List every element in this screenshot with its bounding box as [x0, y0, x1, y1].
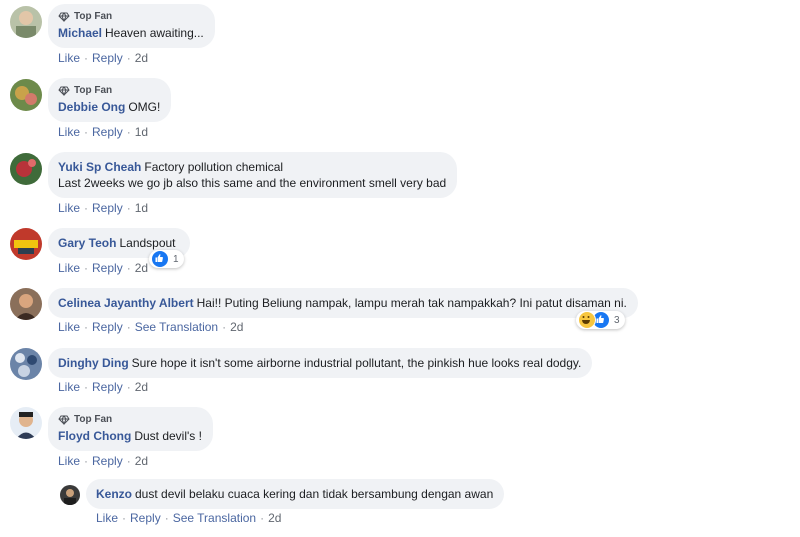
comment-text: dust devil belaku cuaca kering dan tidak…: [135, 487, 494, 501]
separator: ·: [126, 51, 131, 65]
top-fan-badge: Top Fan: [58, 85, 160, 97]
comment-author[interactable]: Debbie Ong: [58, 100, 125, 114]
comment-author[interactable]: Floyd Chong: [58, 429, 131, 443]
comment-author[interactable]: Michael: [58, 26, 102, 40]
avatar[interactable]: [10, 153, 42, 185]
timestamp[interactable]: 2d: [135, 261, 148, 275]
separator: ·: [126, 320, 131, 334]
like-link[interactable]: Like: [58, 320, 80, 334]
avatar[interactable]: [10, 228, 42, 260]
avatar[interactable]: [10, 79, 42, 111]
separator: ·: [84, 261, 89, 275]
separator: ·: [84, 454, 89, 468]
reply-link[interactable]: Reply: [92, 125, 123, 139]
comment-author[interactable]: Dinghy Ding: [58, 356, 129, 370]
comment-text: Landspout: [119, 236, 176, 250]
separator: ·: [126, 380, 131, 394]
reply-link[interactable]: Reply: [92, 320, 123, 334]
timestamp[interactable]: 2d: [268, 511, 281, 525]
comment-actions: Like · Reply · See Translation · 2d: [96, 511, 281, 525]
separator: ·: [84, 380, 89, 394]
avatar[interactable]: [10, 6, 42, 38]
separator: ·: [260, 511, 265, 525]
comment-text: Hai!! Puting Beliung nampak, lampu merah…: [196, 296, 627, 310]
see-translation-link[interactable]: See Translation: [173, 511, 256, 525]
comment-actions: Like · Reply · See Translation · 2d: [58, 320, 243, 334]
avatar[interactable]: [10, 348, 42, 380]
comment-text: OMG!: [128, 100, 161, 114]
avatar[interactable]: [10, 288, 42, 320]
reply-link[interactable]: Reply: [92, 380, 123, 394]
comment-author[interactable]: Yuki Sp Cheah: [58, 160, 141, 174]
timestamp[interactable]: 2d: [135, 51, 148, 65]
avatar[interactable]: [10, 407, 42, 439]
like-reaction-icon: [151, 250, 169, 268]
diamond-icon: [58, 415, 70, 425]
separator: ·: [126, 125, 131, 139]
timestamp[interactable]: 2d: [135, 380, 148, 394]
see-translation-link[interactable]: See Translation: [135, 320, 218, 334]
reply-link[interactable]: Reply: [92, 261, 123, 275]
reply-link[interactable]: Reply: [92, 201, 123, 215]
comment-bubble: Celinea Jayanthy Albert Hai!! Puting Beli…: [48, 288, 638, 318]
like-link[interactable]: Like: [58, 380, 80, 394]
separator: ·: [126, 201, 131, 215]
comment-author[interactable]: Gary Teoh: [58, 236, 116, 250]
avatar[interactable]: [60, 485, 80, 505]
timestamp[interactable]: 2d: [230, 320, 243, 334]
like-link[interactable]: Like: [58, 51, 80, 65]
top-fan-badge: Top Fan: [58, 11, 204, 23]
like-link[interactable]: Like: [58, 125, 80, 139]
comment-text: Factory pollution chemical: [144, 160, 284, 174]
comment-actions: Like · Reply · 1d: [58, 201, 148, 215]
timestamp[interactable]: 1d: [135, 201, 148, 215]
comment-text-line-2: Last 2weeks we go jb also this same and …: [58, 176, 447, 190]
separator: ·: [126, 261, 131, 275]
timestamp[interactable]: 1d: [135, 125, 148, 139]
separator: ·: [164, 511, 169, 525]
comment-bubble: Top Fan Michael Heaven awaiting...: [48, 4, 215, 48]
reply-link[interactable]: Reply: [92, 51, 123, 65]
comment-bubble: Top Fan Floyd Chong Dust devil's !: [48, 407, 213, 451]
reaction-count: 1: [173, 253, 179, 265]
timestamp[interactable]: 2d: [135, 454, 148, 468]
comment-text: Heaven awaiting...: [105, 26, 204, 40]
separator: ·: [122, 511, 127, 525]
separator: ·: [126, 454, 131, 468]
top-fan-badge: Top Fan: [58, 414, 202, 426]
reply-link[interactable]: Reply: [92, 454, 123, 468]
separator: ·: [84, 201, 89, 215]
like-link[interactable]: Like: [58, 201, 80, 215]
like-link[interactable]: Like: [58, 454, 80, 468]
comment-actions: Like · Reply · 1d: [58, 125, 148, 139]
comment-bubble: Dinghy Ding Sure hope it isn't some airbo…: [48, 348, 593, 378]
comment-actions: Like · Reply · 2d: [58, 261, 148, 275]
comment-text: Sure hope it isn't some airborne industr…: [131, 356, 582, 370]
reply-bubble: Kenzo dust devil belaku cuaca kering dan …: [86, 479, 505, 509]
comment-bubble: Top Fan Debbie Ong OMG!: [48, 78, 172, 122]
reaction-summary[interactable]: 3: [576, 311, 625, 329]
comment-text: Dust devil's !: [134, 429, 202, 443]
like-link[interactable]: Like: [96, 511, 118, 525]
comment-actions: Like · Reply · 2d: [58, 51, 148, 65]
diamond-icon: [58, 86, 70, 96]
comment-bubble: Yuki Sp Cheah Factory pollution chemical …: [48, 152, 458, 198]
reaction-summary[interactable]: 1: [149, 250, 184, 268]
like-link[interactable]: Like: [58, 261, 80, 275]
separator: ·: [84, 51, 89, 65]
reply-link[interactable]: Reply: [130, 511, 161, 525]
comment-actions: Like · Reply · 2d: [58, 380, 148, 394]
diamond-icon: [58, 12, 70, 22]
separator: ·: [84, 320, 89, 334]
reaction-count: 3: [614, 314, 620, 326]
separator: ·: [222, 320, 227, 334]
comment-author[interactable]: Celinea Jayanthy Albert: [58, 296, 194, 310]
comment-actions: Like · Reply · 2d: [58, 454, 148, 468]
haha-reaction-icon: [578, 311, 596, 329]
separator: ·: [84, 125, 89, 139]
comment-author[interactable]: Kenzo: [96, 487, 132, 501]
